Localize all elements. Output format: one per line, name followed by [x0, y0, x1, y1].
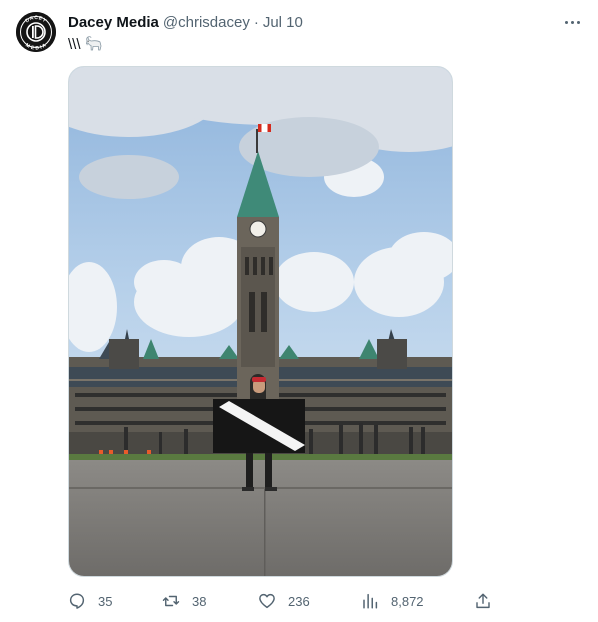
share-button[interactable] [474, 590, 492, 612]
heart-icon [259, 593, 275, 609]
author-handle[interactable]: @chrisdacey [163, 14, 250, 31]
more-icon [564, 20, 568, 24]
tweet-actions: 35 38 236 8,872 [68, 590, 498, 612]
view-count: 8,872 [391, 593, 424, 609]
author-name[interactable]: Dacey Media [68, 14, 159, 31]
more-button[interactable] [558, 12, 586, 32]
goat-icon [84, 36, 104, 58]
header-separator: · [253, 13, 259, 31]
share-icon [476, 593, 490, 609]
tweet-media-image[interactable] [68, 66, 453, 577]
like-count: 236 [288, 593, 310, 609]
views-button[interactable]: 8,872 [361, 590, 424, 612]
retweet-button[interactable]: 38 [162, 590, 206, 612]
retweet-icon [162, 595, 180, 607]
author-avatar[interactable]: DACEY MEDIA [16, 12, 56, 52]
tweet-date[interactable]: Jul 10 [263, 14, 303, 31]
tweet-text: \\\ [68, 35, 104, 58]
tweet[interactable]: DACEY MEDIA Dacey Media @chrisdacey · Ju… [0, 0, 598, 622]
parliament-photo [69, 67, 452, 576]
like-button[interactable]: 236 [258, 590, 310, 612]
reply-count: 35 [98, 593, 113, 609]
views-icon [363, 593, 378, 609]
tweet-header: Dacey Media @chrisdacey · Jul 10 [68, 12, 303, 32]
reply-icon [69, 593, 85, 609]
tweet-text-content: \\\ [68, 36, 81, 53]
dacey-media-logo-icon: DACEY MEDIA [16, 12, 56, 52]
reply-button[interactable]: 35 [68, 590, 112, 612]
retweet-count: 38 [192, 593, 207, 609]
